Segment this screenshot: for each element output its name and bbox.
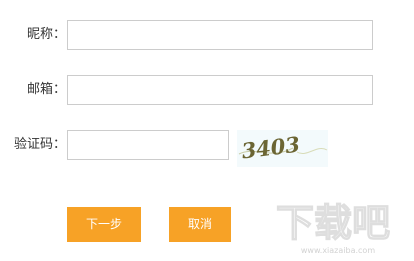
next-step-button[interactable]: 下一步 xyxy=(67,207,141,242)
email-label: 邮箱： xyxy=(26,82,66,97)
watermark-graphic: 下载吧 www.xiazaiba.com xyxy=(275,200,390,255)
captcha-label: 验证码： xyxy=(13,137,66,152)
email-input[interactable] xyxy=(67,75,373,105)
captcha-graphic: 3403 xyxy=(237,130,328,167)
watermark-url-text: www.xiazaiba.com xyxy=(301,246,375,255)
nickname-label: 昵称： xyxy=(26,27,66,42)
cancel-button[interactable]: 取消 xyxy=(169,207,231,242)
captcha-input[interactable] xyxy=(67,130,229,160)
watermark-brand-text: 下载吧 xyxy=(276,201,390,245)
captcha-image[interactable]: 3403 xyxy=(237,130,328,167)
site-watermark-logo: 下载吧 www.xiazaiba.com xyxy=(268,196,408,256)
nickname-input[interactable] xyxy=(67,20,373,50)
